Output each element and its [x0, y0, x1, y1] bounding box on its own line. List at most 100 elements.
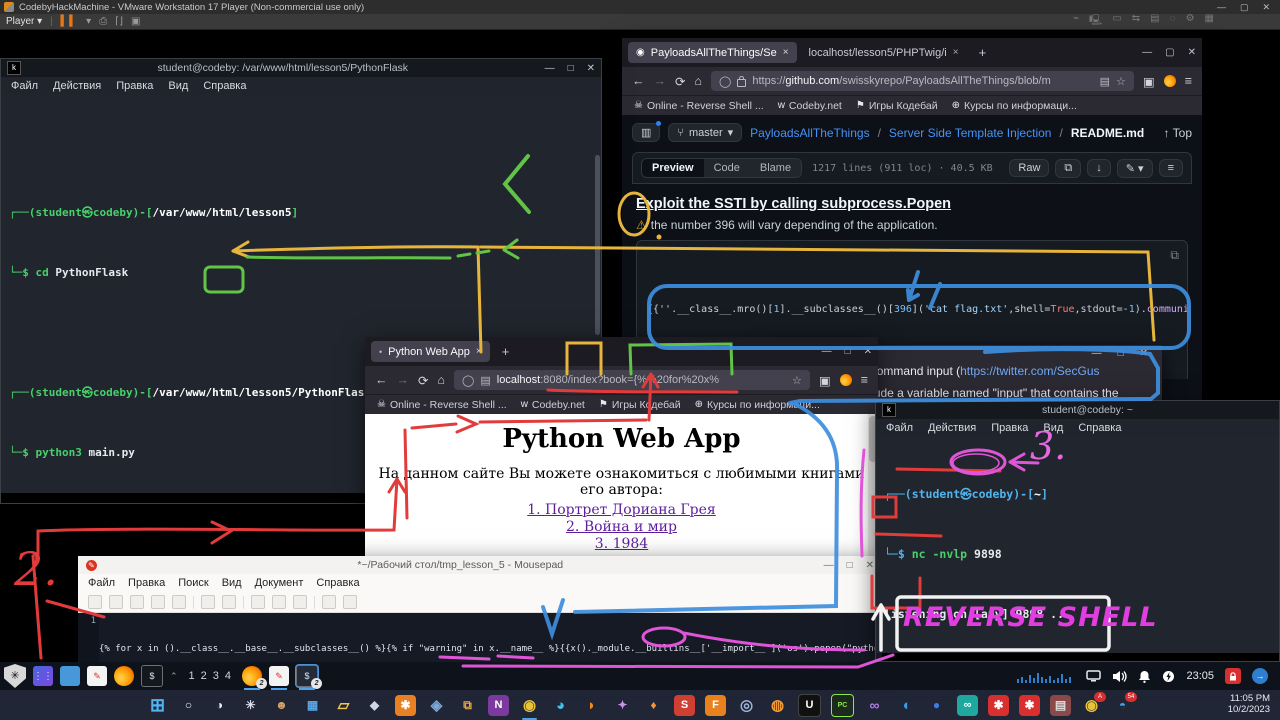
- windows-clock[interactable]: 11:05 PM 10/2/2023: [1228, 693, 1270, 715]
- taskbar-icon[interactable]: ▦: [302, 695, 323, 716]
- taskbar-icon[interactable]: ◆: [364, 695, 385, 716]
- taskbar-icon[interactable]: ✱: [395, 695, 416, 716]
- find-icon[interactable]: [322, 595, 336, 609]
- close-button[interactable]: ✕: [1140, 348, 1148, 359]
- menu-item[interactable]: Действия: [928, 422, 976, 434]
- workspace-number[interactable]: 2: [201, 670, 207, 682]
- pause-vm-button[interactable]: ▍▍: [61, 16, 78, 27]
- updates-icon[interactable]: →: [1252, 668, 1268, 684]
- workspace-switcher[interactable]: 1234: [189, 670, 232, 682]
- menu-item[interactable]: Вид: [168, 80, 188, 92]
- edit-icon[interactable]: ✎ ▾: [1117, 159, 1153, 178]
- workspace-number[interactable]: 3: [213, 670, 219, 682]
- replace-icon[interactable]: [343, 595, 357, 609]
- taskbar-icon[interactable]: N: [488, 695, 509, 716]
- taskbar-icon[interactable]: S: [674, 695, 695, 716]
- paste-icon[interactable]: [293, 595, 307, 609]
- menu-item[interactable]: Файл: [88, 577, 115, 589]
- running-firefox-icon[interactable]: 2: [242, 666, 262, 686]
- bookmark-item[interactable]: ⊕ Курсы по информаци...: [695, 399, 820, 411]
- book-link-2[interactable]: 2. Война и мир: [365, 519, 878, 535]
- save-as-icon[interactable]: [151, 595, 165, 609]
- menu-item[interactable]: Справка: [1078, 422, 1121, 434]
- outline-icon[interactable]: ≡: [1159, 159, 1183, 177]
- forward-icon[interactable]: →: [654, 74, 667, 88]
- close-button[interactable]: ✕: [1188, 47, 1196, 58]
- taskbar-icon[interactable]: ✱: [988, 695, 1009, 716]
- bookmark-item[interactable]: ⊕ Курсы по информаци...: [952, 100, 1077, 112]
- taskbar-icon[interactable]: PC: [831, 694, 854, 717]
- taskbar-icon[interactable]: ⧉: [457, 695, 478, 716]
- cut-icon[interactable]: [251, 595, 265, 609]
- tab-preview[interactable]: Preview: [642, 159, 704, 177]
- minimize-button[interactable]: —: [824, 560, 834, 571]
- minimize-button[interactable]: —: [822, 346, 832, 357]
- codeby-logo-icon[interactable]: ✳: [4, 664, 26, 688]
- firefox-launcher-icon[interactable]: [114, 666, 134, 686]
- breadcrumb-folder[interactable]: Server Side Template Injection: [889, 126, 1052, 140]
- menu-item[interactable]: Файл: [11, 80, 38, 92]
- taskbar-icon[interactable]: ▱: [333, 695, 354, 716]
- mousepad-editor[interactable]: 1 {% for x in ().__class__.__base__.__su…: [78, 613, 882, 663]
- pause-dropdown[interactable]: ▾: [86, 16, 91, 27]
- tab-python-web-app[interactable]: • Python Web App×: [371, 341, 490, 362]
- taskbar-icon[interactable]: ◕: [550, 695, 571, 716]
- taskbar-icon[interactable]: ∞: [957, 695, 978, 716]
- reload-icon[interactable]: ⟳: [418, 373, 428, 388]
- book-link-3[interactable]: 3. 1984: [365, 536, 878, 552]
- screen-lock-icon[interactable]: [1225, 668, 1241, 684]
- breadcrumb-repo[interactable]: PayloadsAllTheThings: [750, 126, 869, 140]
- menu-item[interactable]: Вид: [1043, 422, 1063, 434]
- menu-item[interactable]: Справка: [316, 577, 359, 589]
- new-tab-button[interactable]: +: [494, 344, 518, 359]
- menu-item[interactable]: Поиск: [178, 577, 208, 589]
- vmware-maximize-button[interactable]: ▢: [1240, 2, 1249, 13]
- running-mousepad-icon[interactable]: ✎: [269, 666, 289, 686]
- mousepad-launcher-icon[interactable]: ✎: [87, 666, 107, 686]
- minimize-button[interactable]: —: [1092, 348, 1102, 359]
- heading-subprocess-popen[interactable]: Exploit the SSTI by calling subprocess.P…: [636, 196, 1188, 212]
- volume-icon[interactable]: [1112, 670, 1127, 683]
- open-file-icon[interactable]: [109, 595, 123, 609]
- bookmark-item[interactable]: w Codeby.net: [521, 399, 585, 411]
- taskbar-icon[interactable]: ∞: [864, 695, 885, 716]
- menu-item[interactable]: Файл: [886, 422, 913, 434]
- extension-shield-icon[interactable]: ▣: [1143, 74, 1155, 89]
- reader-icon[interactable]: ▤: [1100, 75, 1110, 88]
- view-switcher[interactable]: Preview Code Blame: [641, 158, 802, 178]
- twitter-link[interactable]: https://twitter.com/SecGus: [960, 364, 1099, 378]
- menu-item[interactable]: Правка: [128, 577, 165, 589]
- maximize-button[interactable]: □: [845, 346, 851, 357]
- menu-icon[interactable]: ≡: [1185, 74, 1192, 88]
- taskbar-icon[interactable]: ◉A: [1081, 695, 1102, 716]
- firefox-account-icon[interactable]: [1164, 75, 1176, 87]
- taskbar-icon[interactable]: ◗: [581, 695, 602, 716]
- player-menu[interactable]: Player ▾: [6, 16, 42, 27]
- menu-item[interactable]: Вид: [222, 577, 242, 589]
- taskbar-icon[interactable]: ◖: [895, 695, 916, 716]
- terminal2-output[interactable]: ┌──(student㉿codeby)-[~] └─$ nc -nvlp 989…: [876, 437, 1279, 653]
- close-button[interactable]: ✕: [587, 63, 595, 74]
- scrollbar[interactable]: [595, 155, 600, 335]
- taskbar-icon[interactable]: ◎: [736, 695, 757, 716]
- running-terminal-icon[interactable]: $2: [296, 665, 318, 687]
- vm-clock[interactable]: 23:05: [1186, 670, 1214, 682]
- firefox-account-icon[interactable]: [840, 374, 852, 386]
- vmware-close-button[interactable]: ✕: [1262, 2, 1270, 13]
- save-icon[interactable]: [130, 595, 144, 609]
- maximize-button[interactable]: □: [847, 560, 853, 571]
- bookmark-item[interactable]: w Codeby.net: [778, 100, 842, 112]
- terminal2-titlebar[interactable]: k student@codeby: ~: [876, 401, 1279, 419]
- copy-code-icon[interactable]: ⧉: [1170, 247, 1179, 264]
- undo-icon[interactable]: [201, 595, 215, 609]
- url-bar[interactable]: ◯ https://github.com/swisskyrepo/Payload…: [711, 71, 1134, 91]
- maximize-button[interactable]: □: [568, 63, 574, 74]
- tab-payloadsallthethings[interactable]: ◉ PayloadsAllTheThings/Se×: [628, 42, 797, 63]
- tab-close-icon[interactable]: ×: [476, 346, 482, 357]
- taskbar-icon[interactable]: ⊞: [147, 695, 168, 716]
- new-file-icon[interactable]: [88, 595, 102, 609]
- tab-blame[interactable]: Blame: [750, 159, 801, 177]
- download-icon[interactable]: ↓: [1087, 159, 1111, 177]
- taskbar-icon[interactable]: ♦: [643, 695, 664, 716]
- tab-code[interactable]: Code: [704, 159, 750, 177]
